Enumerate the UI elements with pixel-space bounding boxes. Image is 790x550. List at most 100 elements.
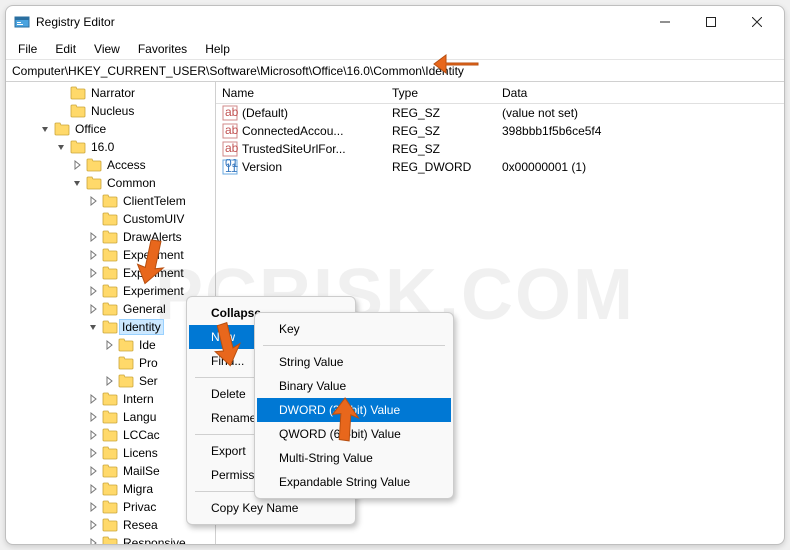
submenu-item[interactable]: Key [257, 317, 451, 341]
context-menu-item[interactable]: Copy Key Name [189, 496, 353, 520]
menu-item-label: Rename [211, 411, 256, 425]
list-row[interactable]: 011110VersionREG_DWORD0x00000001 (1) [216, 158, 784, 176]
list-header-type[interactable]: Type [386, 86, 496, 100]
list-row[interactable]: ab(Default)REG_SZ(value not set) [216, 104, 784, 122]
submenu-item[interactable]: String Value [257, 350, 451, 374]
menu-item-label: Find... [211, 354, 244, 368]
tree-item[interactable]: Privac [6, 498, 215, 516]
menu-favorites[interactable]: Favorites [130, 40, 195, 58]
chevron-right-icon[interactable] [86, 302, 100, 316]
list-header-data[interactable]: Data [496, 86, 784, 100]
chevron-down-icon[interactable] [54, 140, 68, 154]
chevron-right-icon[interactable] [86, 500, 100, 514]
tree-item[interactable]: Nucleus [6, 102, 215, 120]
list-header-name[interactable]: Name [216, 86, 386, 100]
tree-item[interactable]: Experiment [6, 246, 215, 264]
binary-value-icon: 011110 [222, 159, 238, 175]
tree-item[interactable]: Ser [6, 372, 215, 390]
tree-item[interactable]: Langu [6, 408, 215, 426]
chevron-right-icon[interactable] [86, 194, 100, 208]
chevron-down-icon[interactable] [86, 320, 100, 334]
tree-item[interactable]: Office [6, 120, 215, 138]
menu-item-label: DWORD (32-bit) Value [279, 403, 400, 417]
folder-icon [102, 230, 118, 244]
tree-item[interactable]: MailSe [6, 462, 215, 480]
tree-item[interactable]: General [6, 300, 215, 318]
tree-item[interactable]: Intern [6, 390, 215, 408]
submenu-item[interactable]: QWORD (64-bit) Value [257, 422, 451, 446]
chevron-right-icon[interactable] [86, 482, 100, 496]
close-button[interactable] [734, 6, 780, 38]
tree-item[interactable]: Narrator [6, 84, 215, 102]
chevron-down-icon[interactable] [70, 176, 84, 190]
tree-item-label: Access [106, 158, 147, 172]
chevron-right-icon[interactable] [102, 374, 116, 388]
chevron-down-icon[interactable] [38, 122, 52, 136]
chevron-right-icon[interactable] [86, 392, 100, 406]
tree-item[interactable]: LCCac [6, 426, 215, 444]
menu-file[interactable]: File [10, 40, 45, 58]
list-row[interactable]: abConnectedAccou...REG_SZ398bbb1f5b6ce5f… [216, 122, 784, 140]
folder-icon [102, 194, 118, 208]
tree-item[interactable]: Resea [6, 516, 215, 534]
chevron-right-icon[interactable] [86, 410, 100, 424]
folder-icon [54, 122, 70, 136]
tree-item-label: MailSe [122, 464, 161, 478]
window-controls [642, 6, 780, 38]
menu-item-label: Binary Value [279, 379, 346, 393]
chevron-right-icon[interactable] [70, 158, 84, 172]
submenu-item[interactable]: Multi-String Value [257, 446, 451, 470]
address-bar[interactable]: Computer\HKEY_CURRENT_USER\Software\Micr… [6, 60, 784, 82]
svg-text:ab: ab [225, 141, 238, 155]
tree-pane[interactable]: NarratorNucleusOffice16.0 Access Common Cli… [6, 82, 216, 544]
folder-icon [86, 176, 102, 190]
tree-item-label: Ide [138, 338, 157, 352]
tree-item[interactable]: ClientTelem [6, 192, 215, 210]
tree-item[interactable]: Experiment [6, 282, 215, 300]
menu-edit[interactable]: Edit [47, 40, 84, 58]
tree-item[interactable]: CustomUIV [6, 210, 215, 228]
submenu-item[interactable]: Binary Value [257, 374, 451, 398]
chevron-right-icon[interactable] [86, 518, 100, 532]
chevron-right-icon[interactable] [86, 536, 100, 544]
chevron-right-icon[interactable] [86, 284, 100, 298]
context-submenu-new[interactable]: Key String Value Binary Value DWORD (32-bit… [254, 312, 454, 499]
folder-icon [70, 140, 86, 154]
menu-help[interactable]: Help [197, 40, 238, 58]
tree-item[interactable]: Common [6, 174, 215, 192]
regedit-icon [14, 14, 30, 30]
tree-item[interactable]: DrawAlerts [6, 228, 215, 246]
submenu-item[interactable]: Expandable String Value [257, 470, 451, 494]
tree-item[interactable]: Identity [6, 318, 215, 336]
folder-icon [102, 446, 118, 460]
string-value-icon: ab [222, 123, 238, 139]
twist-none [54, 104, 68, 118]
chevron-right-icon[interactable] [86, 446, 100, 460]
tree-item-label: Langu [122, 410, 157, 424]
tree-item-label: Identity [119, 319, 164, 335]
tree-item[interactable]: Access [6, 156, 215, 174]
tree-item[interactable]: Migra [6, 480, 215, 498]
tree-item[interactable]: 16.0 [6, 138, 215, 156]
chevron-right-icon[interactable] [86, 266, 100, 280]
chevron-right-icon[interactable] [86, 230, 100, 244]
tree-item-label: LCCac [122, 428, 161, 442]
tree-item[interactable]: Ide [6, 336, 215, 354]
svg-text:ab: ab [225, 105, 238, 119]
minimize-button[interactable] [642, 6, 688, 38]
submenu-item[interactable]: DWORD (32-bit) Value [257, 398, 451, 422]
maximize-button[interactable] [688, 6, 734, 38]
tree-item[interactable]: Responsive [6, 534, 215, 544]
menu-item-label: New [211, 330, 235, 344]
tree-item[interactable]: Experiment [6, 264, 215, 282]
tree-item-label: ClientTelem [122, 194, 187, 208]
tree-item[interactable]: Licens [6, 444, 215, 462]
chevron-right-icon[interactable] [86, 428, 100, 442]
menu-view[interactable]: View [86, 40, 128, 58]
tree-item[interactable]: Pro [6, 354, 215, 372]
chevron-right-icon[interactable] [86, 248, 100, 262]
list-row[interactable]: abTrustedSiteUrlFor...REG_SZ [216, 140, 784, 158]
chevron-right-icon[interactable] [86, 464, 100, 478]
value-name: TrustedSiteUrlFor... [242, 142, 346, 156]
chevron-right-icon[interactable] [102, 338, 116, 352]
